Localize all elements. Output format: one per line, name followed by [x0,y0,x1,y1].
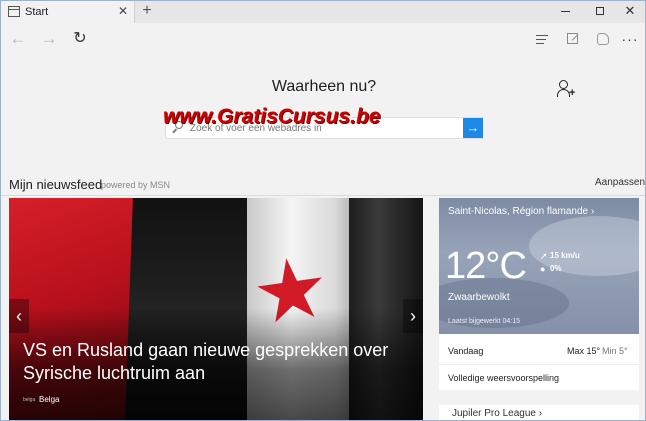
customize-link[interactable]: Aanpassen [595,177,645,188]
forecast-min: Min 5° [602,346,628,356]
search-go-button[interactable]: → [463,118,483,138]
weather-temperature: 12°C [445,245,527,287]
next-news-button[interactable]: › [403,299,423,333]
web-note-button[interactable] [562,28,584,50]
weather-forecast-panel: Vandaag Max 15° Min 5° Volledige weersvo… [439,334,639,390]
close-tab-icon[interactable]: ✕ [118,4,128,18]
weather-condition: Zwaarbewolkt [448,292,510,303]
news-headline[interactable]: VS en Rusland gaan nieuwe gesprekken ove… [23,339,413,385]
back-button[interactable]: ← [7,28,29,50]
maximize-icon [596,7,604,16]
news-hero-card[interactable]: ‹ › VS en Rusland gaan nieuwe gesprekken… [9,198,423,420]
navigation-bar: ← → ↻ ··· [1,23,645,55]
forecast-today-label: Vandaag [448,346,484,356]
start-page: Waarheen nu? + → www.GratisCursus.be Mij… [1,55,645,420]
hub-button[interactable] [531,28,553,50]
weather-updated: Laatst bijgewerkt 04:15 [448,318,520,325]
minimize-icon [560,10,570,12]
carousel-dots [193,413,248,419]
hub-icon [536,35,548,47]
news-feed-title: Mijn nieuwsfeed [9,177,103,192]
add-person-icon[interactable]: + [557,80,575,100]
title-bar: Start ✕ + ✕ [1,1,645,23]
tab-start[interactable]: Start ✕ [1,1,135,23]
minimize-button[interactable] [550,3,580,19]
page-icon [8,6,20,17]
tab-title: Start [25,6,49,18]
share-button[interactable] [592,28,614,50]
powered-by-label: powered by MSN [101,180,171,190]
wind-icon: ➚ [540,251,548,261]
browser-window: Start ✕ + ✕ ← → ↻ ··· Waarheen nu? + Zoe… [0,0,646,421]
league-title[interactable]: Jupiler Pro League › [452,408,542,419]
web-note-icon [567,33,578,44]
close-window-button[interactable]: ✕ [615,3,645,19]
weather-wind: 15 km/u [550,251,580,260]
share-icon [597,33,609,45]
divider [1,195,645,196]
news-source: Belga [39,395,60,404]
league-card[interactable]: Jupiler Pro League › [439,405,639,420]
page-title: Waarheen nu? [271,78,377,95]
more-button[interactable]: ··· [619,28,641,50]
new-tab-button[interactable]: + [139,2,155,20]
forecast-max: Max 15° [567,346,601,356]
weather-card[interactable]: Saint-Nicolas, Région flamande › 12°C ➚ … [439,198,639,334]
refresh-button[interactable]: ↻ [69,28,91,50]
watermark-text: www.GratisCursus.be [163,105,381,128]
source-logo: belga [23,397,36,403]
divider [439,364,639,365]
full-forecast-link[interactable]: Volledige weersvoorspelling [448,373,559,383]
weather-precipitation: 0% [550,264,562,273]
previous-news-button[interactable]: ‹ [9,299,29,333]
forward-button[interactable]: → [38,28,60,50]
maximize-button[interactable] [585,3,615,19]
weather-location[interactable]: Saint-Nicolas, Région flamande › [448,206,594,217]
rain-drop-icon: ● [540,264,546,274]
